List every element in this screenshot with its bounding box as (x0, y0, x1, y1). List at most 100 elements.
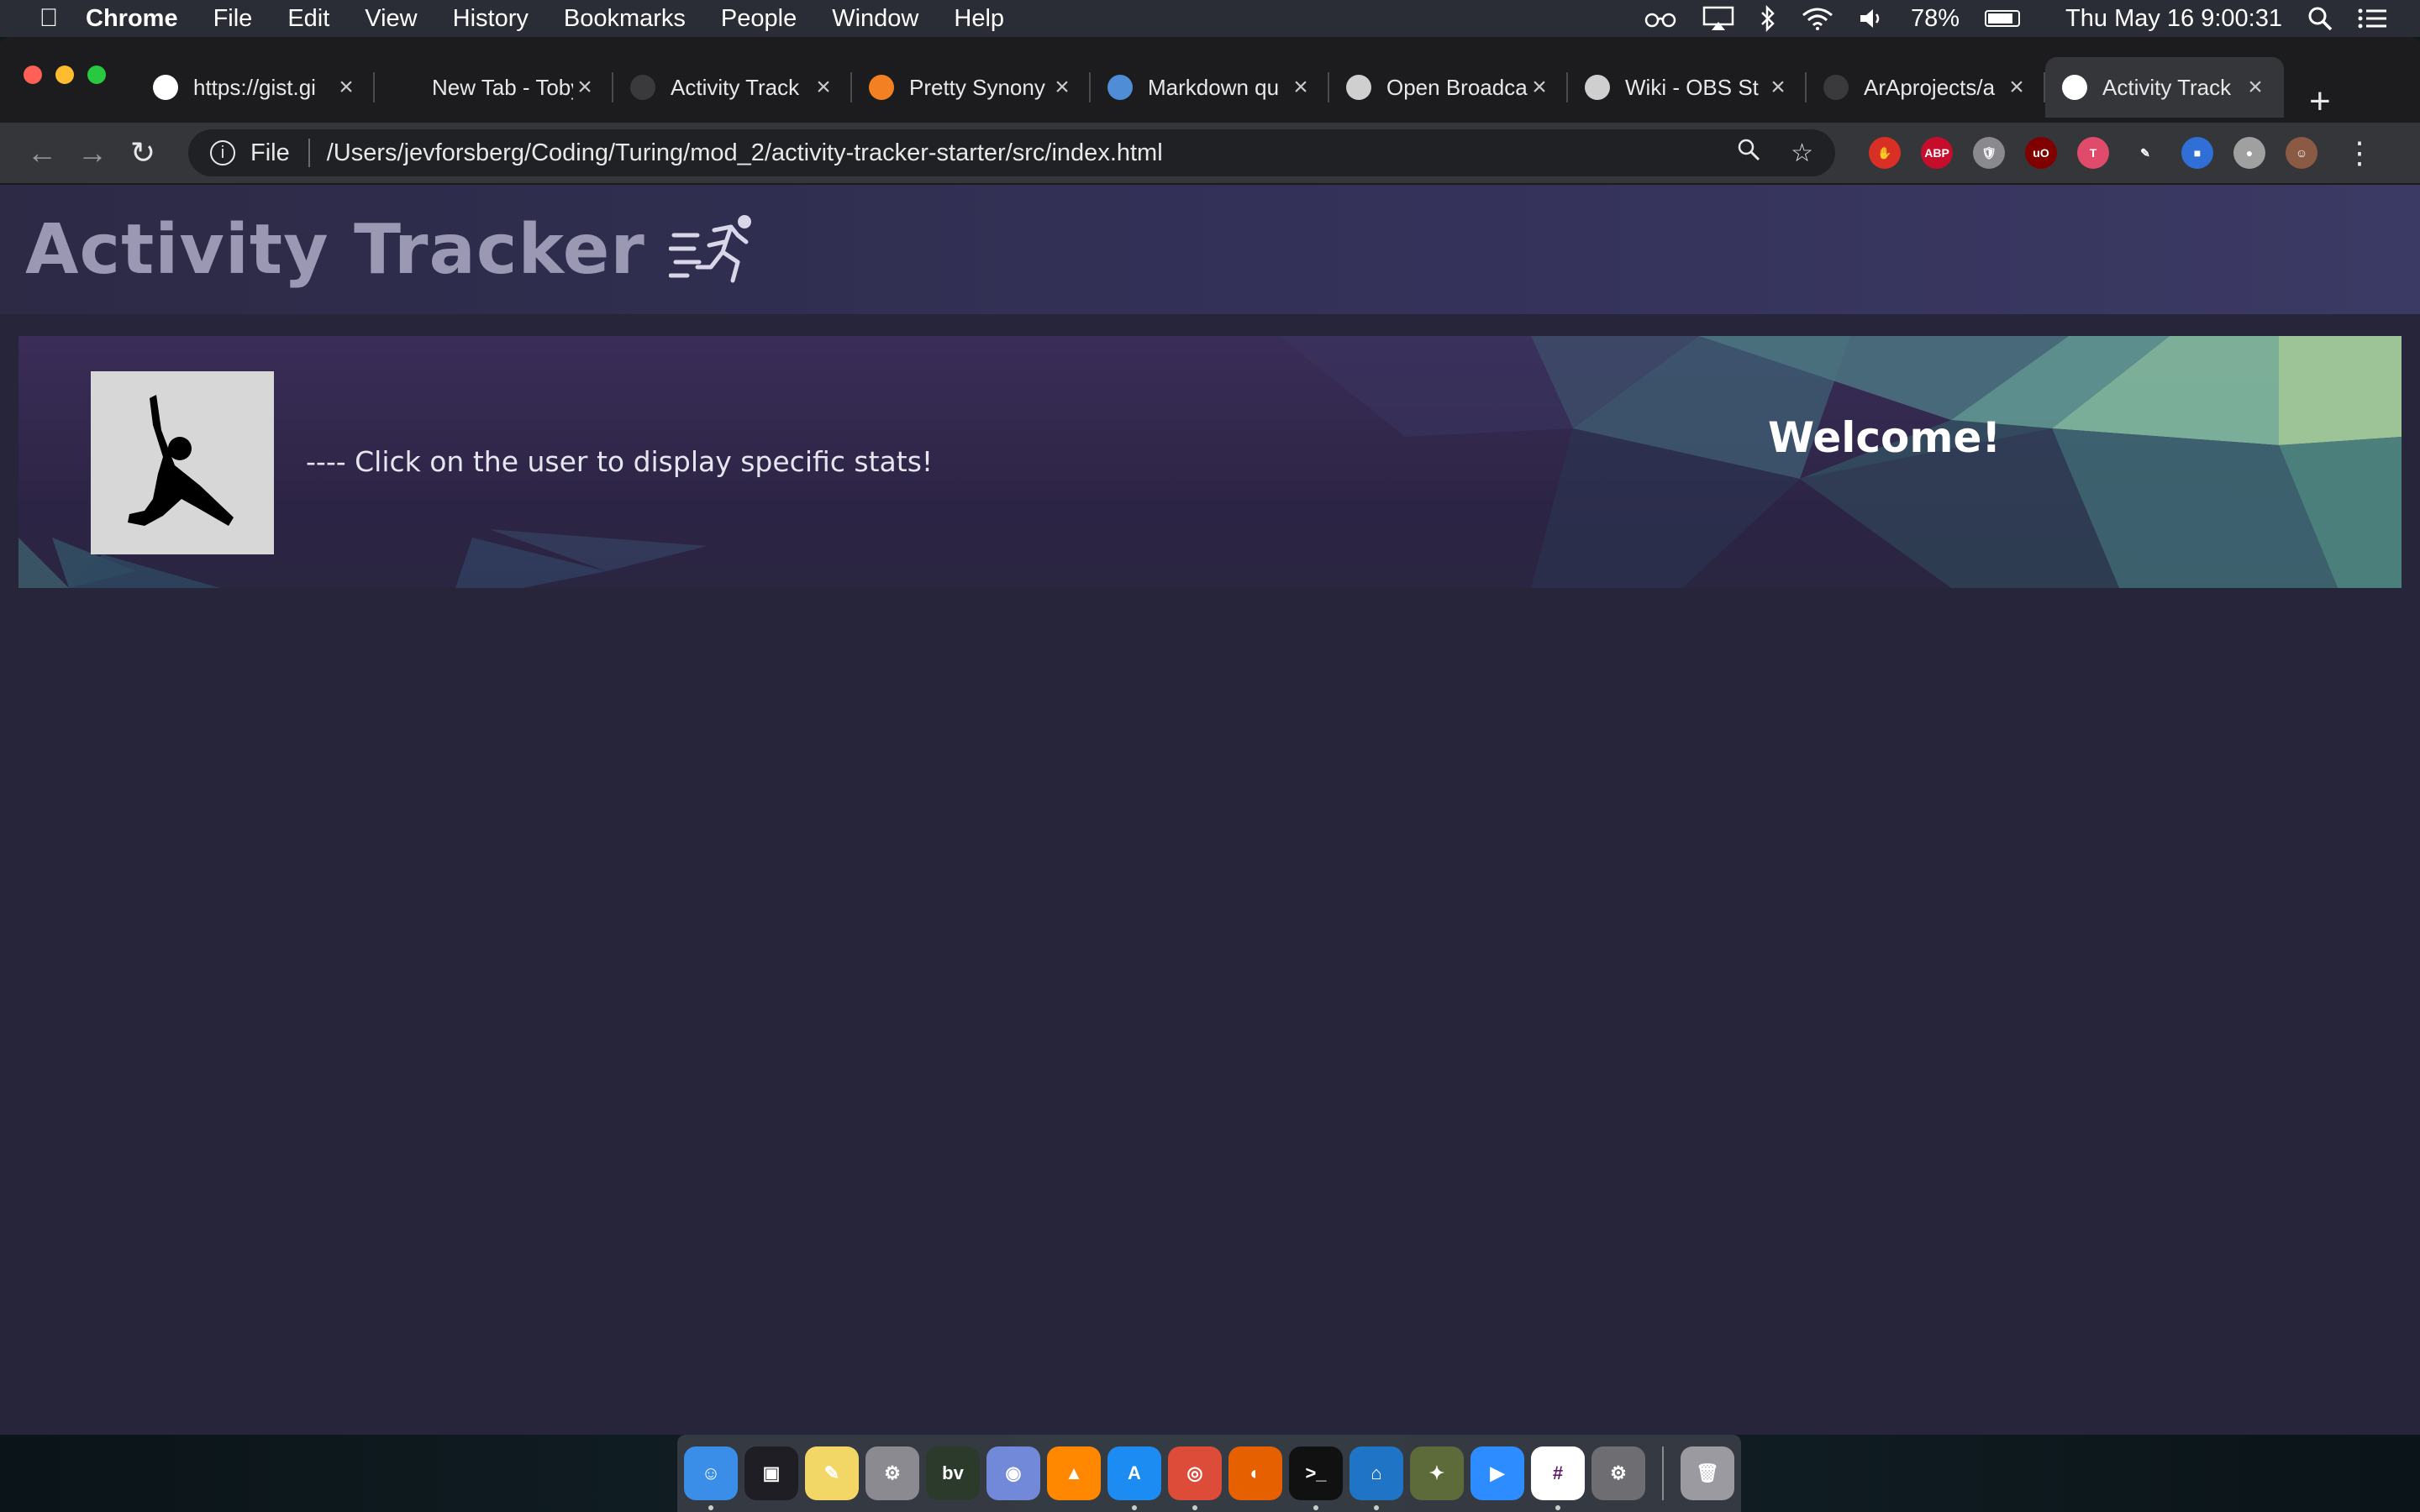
ublock-extension-icon[interactable]: uO (2025, 137, 2057, 169)
chrome-menu-icon[interactable]: ⋮ (2334, 135, 2385, 171)
menu-app-chrome[interactable]: Chrome (86, 5, 178, 33)
wifi-icon[interactable] (1802, 7, 1833, 30)
screenshot-icon[interactable]: ▣ (744, 1446, 798, 1500)
tab-title: Activity Track (671, 74, 800, 100)
finder-icon[interactable]: ☺ (684, 1446, 738, 1510)
discord-icon[interactable]: ◉ (986, 1446, 1040, 1500)
close-tab-icon[interactable]: × (573, 73, 597, 102)
slack-icon[interactable]: # (1531, 1446, 1585, 1510)
menu-help[interactable]: Help (954, 5, 1004, 33)
menu-file[interactable]: File (213, 5, 253, 33)
volume-icon[interactable] (1859, 7, 1886, 30)
bluetooth-icon[interactable] (1760, 5, 1776, 32)
close-tab-icon[interactable]: × (1766, 73, 1790, 102)
close-tab-icon[interactable]: × (2244, 73, 2267, 102)
tab[interactable]: Wiki - OBS St × (1568, 57, 1807, 118)
tab-active[interactable]: Activity Track × (2045, 57, 2284, 118)
url-text[interactable]: /Users/jevforsberg/Coding/Turing/mod_2/a… (327, 139, 1707, 167)
tab-list: https://gist.gi × New Tab - Toby × Activity … (136, 37, 2284, 123)
site-info-icon[interactable]: i (210, 140, 235, 165)
tab[interactable]: Markdown qu × (1091, 57, 1329, 118)
close-tab-icon[interactable]: × (334, 73, 358, 102)
airplay-icon[interactable] (1702, 6, 1734, 31)
web-page: Activity Tracker ---- Click on the user … (0, 185, 2420, 1435)
stack-icon (869, 75, 894, 100)
apple-menu-icon[interactable]:  (30, 4, 67, 33)
close-tab-icon[interactable]: × (1050, 73, 1074, 102)
chrome-window: https://gist.gi × New Tab - Toby × Activity … (0, 37, 2420, 1435)
macos-dock: ☺ ▣ ✎ ⚙ bv ◉ ▲ A ◎ ◐ >_ ⌂ ✦ ▶ # ⚙ 🗑 (677, 1435, 1741, 1512)
instruction-text: ---- Click on the user to display specif… (306, 445, 934, 478)
tab[interactable]: ArAprojects/a × (1807, 57, 2045, 118)
zoom-window-button[interactable] (87, 66, 106, 84)
spotlight-search-icon[interactable] (2307, 6, 2333, 31)
battery-icon[interactable] (1985, 10, 2021, 27)
tab[interactable]: Pretty Synony × (852, 57, 1091, 118)
user-avatar[interactable] (91, 371, 274, 554)
bbedit-icon[interactable]: bv (926, 1446, 980, 1500)
shield-extension-icon[interactable]: 🛡 (1973, 137, 2005, 169)
tab[interactable]: New Tab - Toby × (375, 57, 613, 118)
clock[interactable]: Thu May 16 9:00:31 (2065, 5, 2282, 33)
reload-icon[interactable]: ↻ (118, 135, 168, 171)
crickets-icon[interactable]: ✦ (1410, 1446, 1464, 1500)
close-tab-icon[interactable]: × (2005, 73, 2028, 102)
close-tab-icon[interactable]: × (1289, 73, 1313, 102)
close-tab-icon[interactable]: × (1528, 73, 1551, 102)
zoom-magnifier-icon[interactable] (1737, 138, 1760, 168)
battery-percent: 78% (1911, 4, 1960, 32)
app-title: Activity Tracker (25, 209, 645, 290)
wordpress-icon (1107, 75, 1133, 100)
tab[interactable]: Open Broadca × (1329, 57, 1568, 118)
firefox-icon[interactable]: ◐ (1228, 1446, 1282, 1500)
vlc-icon[interactable]: ▲ (1047, 1446, 1101, 1500)
globe-icon (2062, 75, 2087, 100)
menu-view[interactable]: View (365, 5, 417, 33)
minimize-window-button[interactable] (55, 66, 74, 84)
address-bar[interactable]: i File /Users/jevforsberg/Coding/Turing/… (188, 129, 1835, 176)
menu-edit[interactable]: Edit (287, 5, 329, 33)
profile-avatar-icon[interactable]: ☺ (2286, 137, 2317, 169)
zoom-icon[interactable]: ▶ (1470, 1446, 1524, 1500)
close-window-button[interactable] (24, 66, 42, 84)
running-person-icon (668, 215, 751, 283)
system-preferences-icon[interactable]: ⚙ (1591, 1446, 1645, 1500)
tab-title: ArAprojects/a (1864, 74, 1996, 100)
toby-extension-icon[interactable]: T (2077, 137, 2109, 169)
welcome-heading: Welcome! (1768, 413, 2002, 462)
welcome-banner: ---- Click on the user to display specif… (18, 336, 2402, 588)
vscode-icon[interactable]: ⌂ (1349, 1446, 1403, 1510)
tab[interactable]: https://gist.gi × (136, 57, 375, 118)
tab-title: New Tab - Toby (432, 74, 573, 100)
menu-window[interactable]: Window (832, 5, 918, 33)
glasses-icon[interactable] (1644, 8, 1677, 29)
circle-extension-icon[interactable]: ● (2233, 137, 2265, 169)
globe-icon (153, 75, 178, 100)
window-controls (24, 66, 106, 84)
tab-title: Pretty Synony (909, 74, 1045, 100)
automator-icon[interactable]: ⚙ (865, 1446, 919, 1500)
app-header: Activity Tracker (0, 185, 2420, 314)
stop-extension-icon[interactable]: ✋ (1869, 137, 1901, 169)
pen-extension-icon[interactable]: ✎ (2129, 137, 2161, 169)
bookmark-star-icon[interactable]: ☆ (1791, 139, 1813, 168)
menu-bookmarks[interactable]: Bookmarks (564, 5, 686, 33)
dock-separator (1662, 1446, 1664, 1500)
turing-icon (630, 75, 655, 100)
close-tab-icon[interactable]: × (812, 73, 835, 102)
back-arrow-icon[interactable]: ← (17, 135, 67, 171)
stickies-icon[interactable]: ✎ (805, 1446, 859, 1500)
new-tab-button[interactable]: + (2309, 81, 2331, 123)
forward-arrow-icon[interactable]: → (67, 135, 118, 171)
adblock-plus-extension-icon[interactable]: ABP (1921, 137, 1953, 169)
menu-history[interactable]: History (453, 5, 529, 33)
browser-toolbar: ← → ↻ i File /Users/jevforsberg/Coding/T… (0, 123, 2420, 185)
trash-icon[interactable]: 🗑 (1681, 1446, 1734, 1500)
app-store-icon[interactable]: A (1107, 1446, 1161, 1510)
notification-center-icon[interactable] (2358, 8, 2386, 29)
square-extension-icon[interactable]: ■ (2181, 137, 2213, 169)
menu-people[interactable]: People (721, 5, 797, 33)
chrome-icon[interactable]: ◎ (1168, 1446, 1222, 1510)
tab[interactable]: Activity Track × (613, 57, 852, 118)
terminal-icon[interactable]: >_ (1289, 1446, 1343, 1510)
